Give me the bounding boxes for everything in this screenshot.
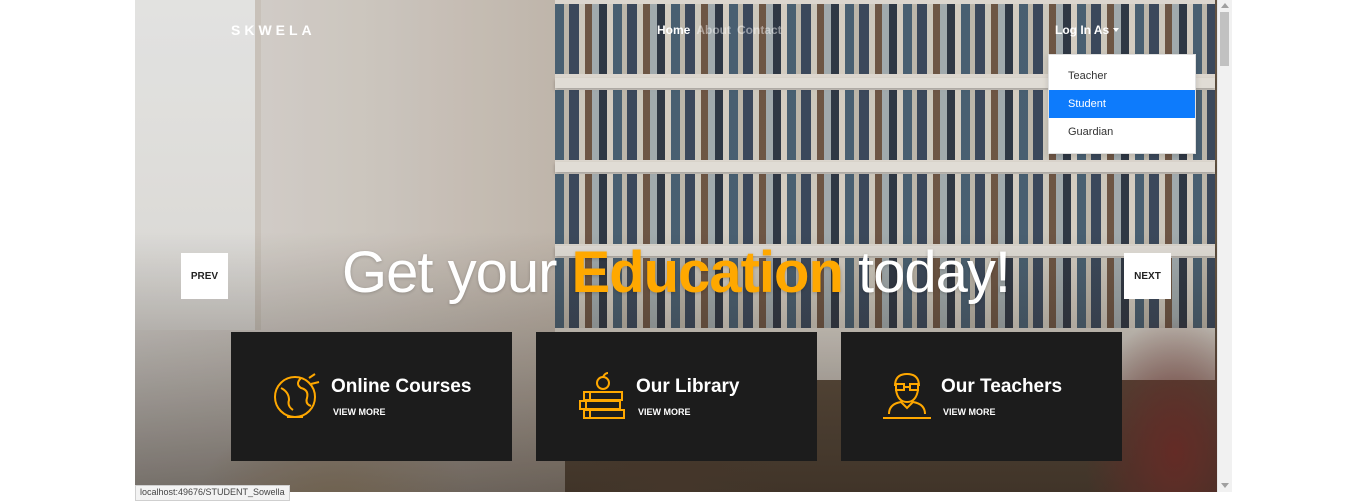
login-dropdown-menu: Teacher Student Guardian	[1048, 54, 1196, 154]
card-our-teachers[interactable]: Our Teachers VIEW MORE	[841, 332, 1122, 461]
carousel-prev-button[interactable]: PREV	[181, 253, 228, 299]
card-view-more-link[interactable]: VIEW MORE	[333, 407, 386, 417]
card-our-library[interactable]: Our Library VIEW MORE	[536, 332, 817, 461]
headline-pre: Get your	[341, 240, 572, 305]
login-label: Log In As	[1055, 23, 1110, 37]
headline-post: today!	[842, 240, 1011, 305]
brand-logo[interactable]: SKWELA	[231, 22, 316, 38]
caret-down-icon	[1113, 28, 1120, 32]
books-apple-icon	[579, 372, 625, 419]
card-title: Our Teachers	[941, 376, 1063, 397]
dropdown-item-student[interactable]: Student	[1049, 90, 1195, 118]
card-title: Online Courses	[331, 376, 472, 397]
card-online-courses[interactable]: Online Courses VIEW MORE	[231, 332, 512, 461]
dropdown-item-guardian[interactable]: Guardian	[1049, 118, 1195, 146]
login-dropdown-toggle[interactable]: Log In As	[1055, 23, 1120, 37]
page-scrollbar[interactable]	[1217, 0, 1232, 492]
nav-link-about[interactable]: About	[696, 23, 731, 37]
card-view-more-link[interactable]: VIEW MORE	[638, 407, 691, 417]
scroll-up-arrow-icon[interactable]	[1221, 3, 1229, 8]
page-viewport: SKWELA Home About Contact Log In As Teac…	[135, 0, 1217, 492]
dropdown-item-teacher[interactable]: Teacher	[1049, 62, 1195, 90]
scroll-down-arrow-icon[interactable]	[1221, 483, 1229, 488]
carousel-next-button[interactable]: NEXT	[1124, 253, 1171, 299]
status-bar-url: localhost:49676/STUDENT_Sowella	[135, 485, 290, 501]
headline-highlight: Education	[571, 240, 844, 305]
hero-headline: Get your Education today!	[135, 238, 1217, 308]
nav-link-contact[interactable]: Contact	[737, 23, 782, 37]
card-title: Our Library	[636, 376, 740, 397]
nav-link-home[interactable]: Home	[657, 23, 690, 37]
card-view-more-link[interactable]: VIEW MORE	[943, 407, 996, 417]
teacher-icon	[883, 372, 931, 419]
scrollbar-thumb[interactable]	[1220, 12, 1229, 66]
globe-icon	[274, 373, 320, 418]
main-nav: Home About Contact	[657, 23, 782, 37]
